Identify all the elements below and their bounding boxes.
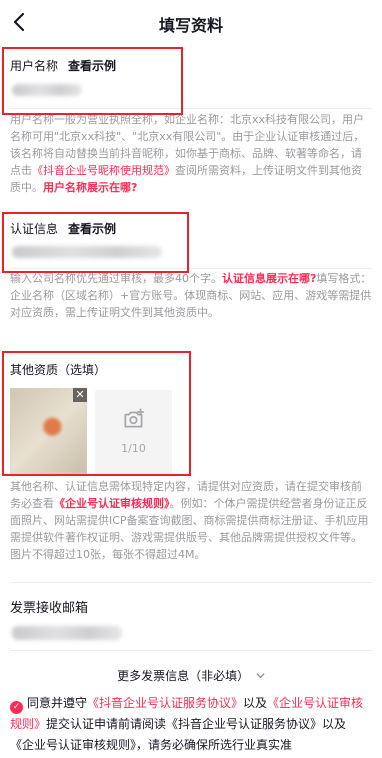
page-title: 填写资料 <box>158 16 223 35</box>
chevron-down-icon <box>256 673 265 679</box>
navigation-bar: 填写资料 <box>0 0 382 44</box>
bottom-fade <box>0 748 382 758</box>
username-display-link[interactable]: 用户名称展示在哪? <box>43 181 137 194</box>
divider <box>10 582 372 583</box>
nickname-rules-link[interactable]: 《抖音企业号昵称使用规范》 <box>32 164 175 177</box>
invoice-email-label: 发票接收邮箱 <box>10 601 89 616</box>
highlight-box-cert <box>2 212 189 273</box>
other-description: 其他名称、认证信息需体现特定内容，请提供对应资质，请在提交审核前务必查看《企业号… <box>10 480 369 561</box>
invoice-email-input[interactable] <box>12 626 122 640</box>
audit-rules-link[interactable]: 《企业号认证审核规则》 <box>54 497 170 510</box>
cert-description: 输入公司名称优先通过审核，最多40个字。认证信息展示在哪?填写格式：企业名称（区… <box>10 272 372 319</box>
more-invoice-info-label: 更多发票信息（非必填） <box>117 669 250 683</box>
agreement-text: ✓ 同意并遵守《抖音企业号认证服务协议》以及《企业号认证审核规则》提交认证申请前请… <box>10 696 364 752</box>
check-icon[interactable]: ✓ <box>10 701 23 714</box>
divider <box>10 650 372 651</box>
username-description: 用户名称一般为营业执照全称，如企业名称：北京xx科技有限公司，用户名称可用"北京… <box>10 113 365 194</box>
highlight-box-username <box>2 47 183 115</box>
more-invoice-info-toggle[interactable]: 更多发票信息（非必填） <box>0 667 382 684</box>
highlight-box-other <box>2 351 191 476</box>
cert-display-link[interactable]: 认证信息展示在哪? <box>222 272 316 285</box>
service-agreement-link[interactable]: 《抖音企业号认证服务协议》 <box>87 696 243 710</box>
